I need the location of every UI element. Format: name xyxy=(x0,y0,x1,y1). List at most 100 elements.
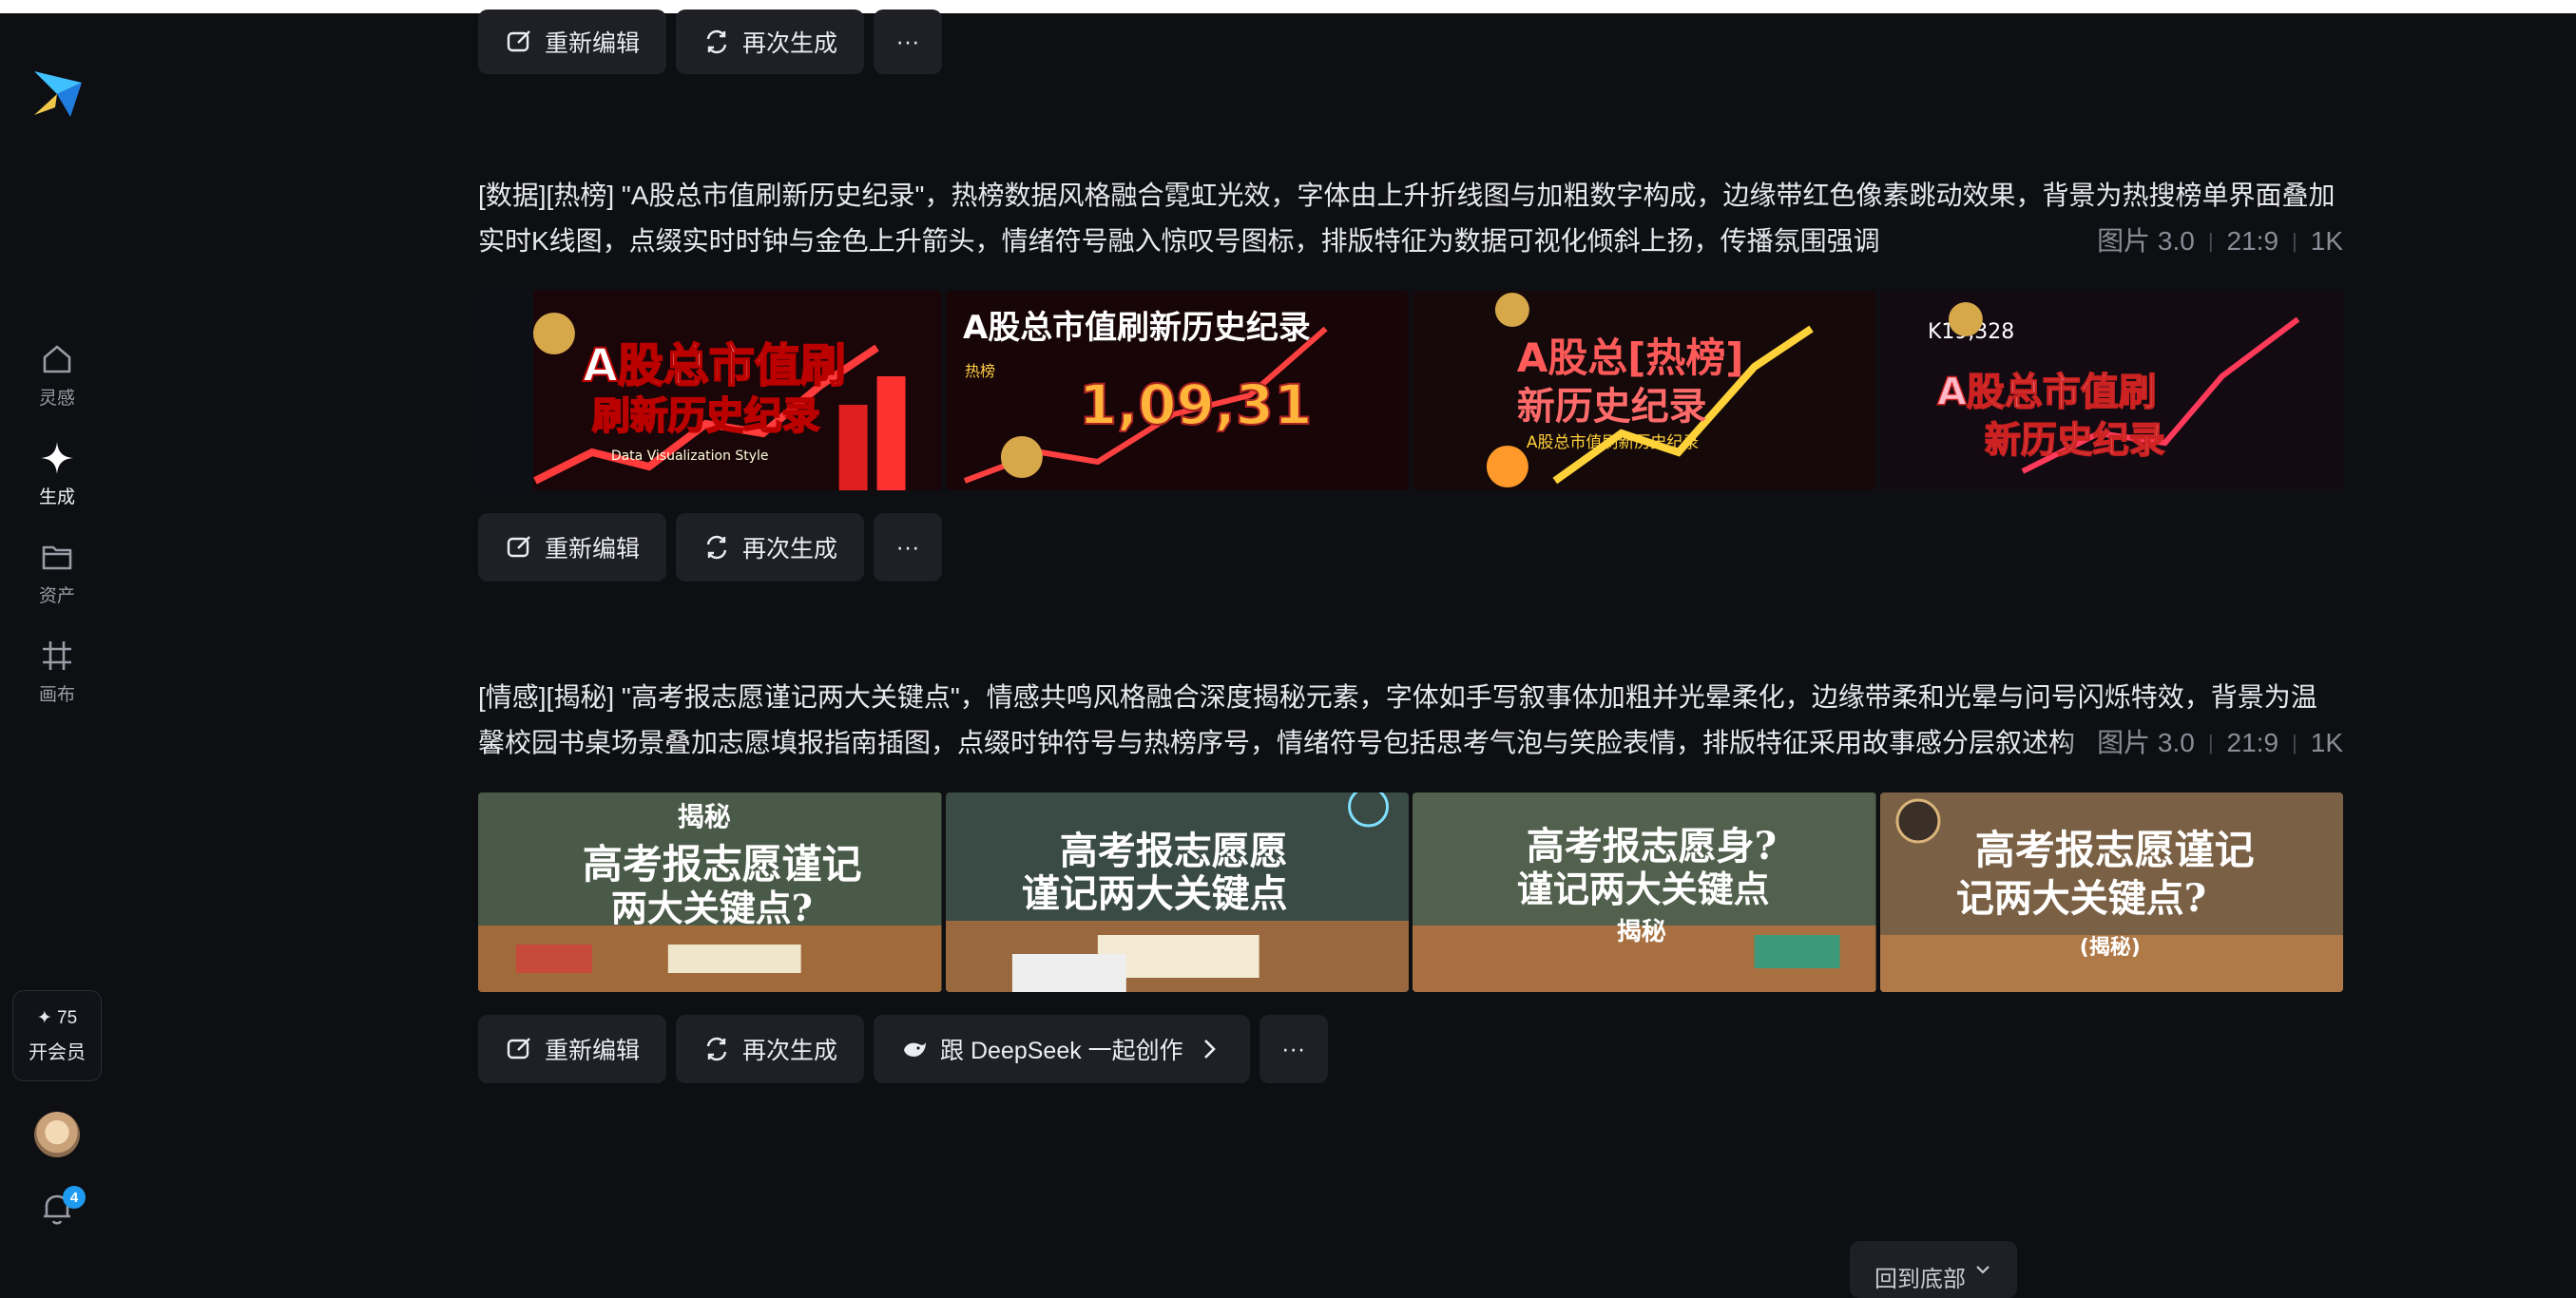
svg-text:两大关键点?: 两大关键点? xyxy=(611,887,813,929)
chevron-down-icon xyxy=(1976,1266,1990,1274)
chevron-right-icon xyxy=(1203,1040,1216,1059)
app-logo-icon[interactable] xyxy=(29,66,87,124)
nav-generate[interactable]: 生成 xyxy=(0,439,114,525)
more-icon: ··· xyxy=(895,533,920,561)
resolution: 1K xyxy=(2310,728,2343,757)
image-exam-banner-1: 揭秘 高考报志愿谨记 两大关键点? xyxy=(478,792,942,992)
generated-image[interactable]: K19,328 A股总市值刷 新历史纪录 xyxy=(1879,291,2343,490)
sidebar: 灵感 生成 资产 画布 ✦ 75 开会员 4 xyxy=(0,13,114,1277)
more-button[interactable]: ··· xyxy=(1259,1015,1328,1083)
svg-text:谨记两大关键点: 谨记两大关键点 xyxy=(1021,871,1287,916)
aspect-ratio: 21:9 xyxy=(2226,226,2279,256)
vip-button[interactable]: ✦ 75 开会员 xyxy=(12,990,102,1081)
canvas-icon xyxy=(43,641,71,670)
generated-image[interactable]: 高考报志愿愿 谨记两大关键点 xyxy=(945,792,1409,992)
action-bar-top: 重新编辑 再次生成 ··· xyxy=(478,10,943,74)
edit-icon xyxy=(507,30,530,52)
svg-text:新历史纪录: 新历史纪录 xyxy=(1517,385,1707,429)
more-icon: ··· xyxy=(895,28,920,55)
svg-text:谨记两大关键点: 谨记两大关键点 xyxy=(1517,868,1770,910)
svg-text:热榜: 热榜 xyxy=(964,362,994,380)
image-stock-banner-4: K19,328 A股总市值刷 新历史纪录 xyxy=(1879,291,2343,490)
svg-text:高考报志愿谨记: 高考报志愿谨记 xyxy=(583,841,862,888)
generation-card: [数据][热榜] "A股总市值刷新历史纪录"，热榜数据风格融合霓虹光效，字体由上… xyxy=(478,173,2343,582)
top-window-strip xyxy=(0,0,2576,13)
nav-label: 灵感 xyxy=(38,389,75,409)
svg-text:(揭秘): (揭秘) xyxy=(2079,935,2140,960)
regenerate-button[interactable]: 再次生成 xyxy=(676,10,865,74)
divider: | xyxy=(2207,229,2214,253)
svg-text:新历史纪录: 新历史纪录 xyxy=(1984,419,2164,461)
aspect-ratio: 21:9 xyxy=(2226,728,2279,757)
svg-text:A股总市值刷: A股总市值刷 xyxy=(1936,371,2156,414)
nav-inspiration[interactable]: 灵感 xyxy=(0,340,114,426)
action-bar: 重新编辑 再次生成 ··· xyxy=(478,513,2343,582)
re-edit-label: 重新编辑 xyxy=(545,1038,641,1064)
resolution: 1K xyxy=(2310,226,2343,256)
image-grid: 揭秘 高考报志愿谨记 两大关键点? 高考报志愿愿 谨记两大关键点 高考报志愿身? xyxy=(478,792,2343,992)
generated-image[interactable]: 揭秘 高考报志愿谨记 两大关键点? xyxy=(478,792,942,992)
image-stock-banner-3: A股总[热榜] 新历史纪录 A股总市值刷新历史纪录 xyxy=(1413,291,1876,490)
prompt-text-box[interactable]: [情感][揭秘] "高考报志愿谨记两大关键点"，情感共鸣风格融合深度揭秘元素，字… xyxy=(478,675,2343,766)
model-type: 图片 3.0 xyxy=(2097,226,2195,256)
credit-count: ✦ 75 xyxy=(36,1008,78,1028)
divider: | xyxy=(2207,731,2214,754)
image-exam-banner-2: 高考报志愿愿 谨记两大关键点 xyxy=(945,792,1409,992)
regenerate-label: 再次生成 xyxy=(742,30,838,57)
re-edit-button[interactable]: 重新编辑 xyxy=(478,1015,667,1083)
divider: | xyxy=(2292,229,2297,253)
deepseek-create-button[interactable]: 跟 DeepSeek 一起创作 xyxy=(874,1015,1250,1083)
refresh-icon xyxy=(706,1037,727,1061)
generated-image[interactable]: A股总市值刷 刷新历史纪录 Data Visualization Style xyxy=(478,291,942,490)
generated-image[interactable]: A股总市值刷新历史纪录 热榜 1,09,31 xyxy=(945,291,1409,490)
svg-text:A股总市值刷新历史纪录: A股总市值刷新历史纪录 xyxy=(962,309,1310,347)
regenerate-button[interactable]: 再次生成 xyxy=(676,513,865,582)
regenerate-button[interactable]: 再次生成 xyxy=(676,1015,865,1083)
re-edit-label: 重新编辑 xyxy=(545,30,641,57)
action-bar: 重新编辑 再次生成 跟 DeepSeek 一起创作 ··· xyxy=(478,1015,2343,1083)
generated-image[interactable]: A股总[热榜] 新历史纪录 A股总市值刷新历史纪录 xyxy=(1413,291,1876,490)
home-icon xyxy=(43,345,71,373)
more-button[interactable]: ··· xyxy=(874,10,943,74)
model-type: 图片 3.0 xyxy=(2097,728,2195,757)
image-stock-banner-1: A股总市值刷 刷新历史纪录 Data Visualization Style xyxy=(478,291,942,490)
svg-text:A股总[热榜]: A股总[热榜] xyxy=(1517,334,1744,381)
more-icon: ··· xyxy=(1281,1035,1306,1062)
image-grid: A股总市值刷 刷新历史纪录 Data Visualization Style A… xyxy=(478,291,2343,490)
re-edit-button[interactable]: 重新编辑 xyxy=(478,10,667,74)
edit-icon xyxy=(507,1038,530,1059)
re-edit-button[interactable]: 重新编辑 xyxy=(478,513,667,582)
refresh-icon xyxy=(706,535,727,560)
divider: | xyxy=(2292,731,2297,754)
avatar[interactable] xyxy=(34,1112,80,1157)
nav-canvas[interactable]: 画布 xyxy=(0,637,114,722)
nav-label: 生成 xyxy=(38,487,75,507)
image-exam-banner-4: 高考报志愿谨记 记两大关键点? (揭秘) xyxy=(1879,792,2343,992)
prompt-text-box[interactable]: [数据][热榜] "A股总市值刷新历史纪录"，热榜数据风格融合霓虹光效，字体由上… xyxy=(478,173,2343,264)
re-edit-label: 重新编辑 xyxy=(545,536,641,563)
image-stock-banner-2: A股总市值刷新历史纪录 热榜 1,09,31 xyxy=(945,291,1409,490)
regenerate-label: 再次生成 xyxy=(742,1038,838,1064)
edit-icon xyxy=(507,536,530,558)
svg-text:高考报志愿谨记: 高考报志愿谨记 xyxy=(1974,827,2254,873)
svg-text:A股总市值刷新历史纪录: A股总市值刷新历史纪录 xyxy=(1527,433,1699,452)
nav-assets[interactable]: 资产 xyxy=(0,538,114,623)
svg-text:Data Visualization Style: Data Visualization Style xyxy=(611,449,769,464)
svg-text:揭秘: 揭秘 xyxy=(1617,917,1666,946)
folder-icon xyxy=(42,545,72,570)
generation-meta: 图片 3.0 | 21:9 | 1K xyxy=(2059,720,2343,766)
prompt-text: [情感][揭秘] "高考报志愿谨记两大关键点"，情感共鸣风格融合深度揭秘元素，字… xyxy=(478,682,2317,757)
sparkle-icon xyxy=(41,442,73,474)
prompt-text: [数据][热榜] "A股总市值刷新历史纪录"，热榜数据风格融合霓虹光效，字体由上… xyxy=(478,181,2336,256)
regenerate-label: 再次生成 xyxy=(742,536,838,563)
notification-badge: 4 xyxy=(63,1186,86,1209)
generated-image[interactable]: 高考报志愿身? 谨记两大关键点 揭秘 xyxy=(1413,792,1876,992)
svg-text:高考报志愿身?: 高考报志愿身? xyxy=(1527,824,1777,869)
generated-image[interactable]: 高考报志愿谨记 记两大关键点? (揭秘) xyxy=(1879,792,2343,992)
scroll-to-bottom-button[interactable]: 回到底部 xyxy=(1850,1241,2017,1298)
more-button[interactable]: ··· xyxy=(874,513,943,582)
svg-text:刷新历史纪录: 刷新历史纪录 xyxy=(592,394,820,438)
svg-text:1,09,31: 1,09,31 xyxy=(1078,372,1312,437)
refresh-icon xyxy=(706,29,727,54)
nav-label: 资产 xyxy=(38,586,75,606)
